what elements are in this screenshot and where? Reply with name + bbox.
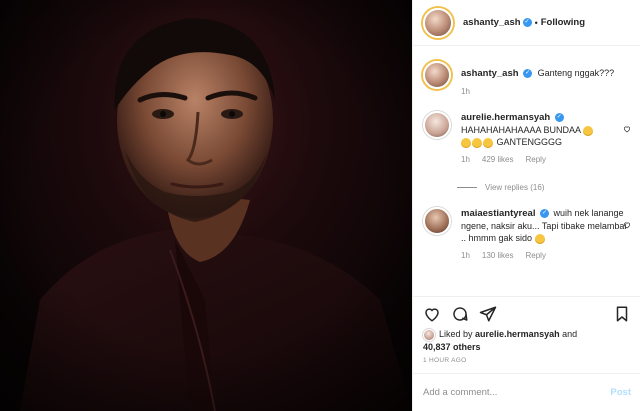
view-replies-label: View replies (16) [485,183,545,192]
post-sidebar: ashanty_ash ✓ • Following ashanty_ash ✓ … [412,0,640,411]
verified-icon: ✓ [539,209,549,219]
following-button[interactable]: Following [541,17,585,28]
author-username[interactable]: ashanty_ash [463,17,521,28]
commenter-avatar[interactable] [423,111,451,139]
commenter-avatar[interactable] [423,207,451,235]
comment-username[interactable]: aurelie.hermansyah [461,112,550,123]
caption-time: 1h [461,87,470,96]
comment-like-heart-icon[interactable] [623,125,631,133]
share-icon[interactable] [479,305,497,323]
grinning-emoji-icon [483,137,493,148]
comment-likes[interactable]: 429 likes [482,154,514,166]
verified-icon: ✓ [522,18,532,27]
author-avatar[interactable] [423,7,453,38]
comment-like-heart-icon[interactable] [623,221,631,229]
grinning-emoji-icon [534,233,545,244]
reply-button[interactable]: Reply [525,154,545,166]
reply-button[interactable]: Reply [525,250,545,262]
view-replies-button[interactable]: View replies (16) [457,183,544,192]
likes-and-label: and [562,329,578,339]
post-header: ashanty_ash ✓ • Following [413,0,640,46]
caption-username[interactable]: ashanty_ash [461,68,519,79]
comment-text-continued: GANTENGGGG [496,137,563,147]
post-photo[interactable] [0,0,412,411]
comment-item: aurelie.hermansyah ✓ HAHAHAHAHAAAA BUNDA… [423,111,631,166]
liked-by-username[interactable]: aurelie.hermansyah [475,329,560,339]
comment-likes[interactable]: 130 likes [482,250,514,262]
add-comment-input[interactable] [423,387,583,398]
liker-avatar [423,328,435,341]
grinning-emoji-icon [472,137,482,148]
portrait-image [0,0,412,411]
comment-username[interactable]: maiaestiantyreal [461,208,535,219]
action-bar [413,296,640,330]
post-timestamp: 1 HOUR AGO [423,357,467,364]
comments-list[interactable]: ashanty_ash ✓ Ganteng nggak??? 1h aureli… [413,47,640,292]
verified-icon: ✓ [554,113,564,123]
comment-item: maiaestiantyreal ✓ wuih nek lanange ngen… [423,207,631,262]
grinning-emoji-icon [583,125,594,136]
likes-summary: Liked by aurelie.hermansyah and 40,837 o… [423,328,633,354]
author-avatar[interactable] [423,61,451,89]
separator-dot: • [534,17,538,28]
replies-line [457,187,477,188]
caption-text: Ganteng nggak??? [537,68,615,78]
grinning-emoji-icon [461,137,471,148]
caption-item: ashanty_ash ✓ Ganteng nggak??? 1h [423,61,631,98]
heart-icon[interactable] [423,305,441,323]
comment-text: HAHAHAHAHAAAA BUNDAA [461,125,581,135]
post-comment-button[interactable]: Post [610,387,631,398]
comment-icon[interactable] [451,305,469,323]
verified-icon: ✓ [523,69,533,79]
add-comment-bar: Post [413,373,640,411]
likes-others-count[interactable]: 40,837 others [423,342,481,352]
liked-by-label: Liked by [439,329,473,339]
bookmark-icon[interactable] [613,305,631,323]
instagram-post-modal: ashanty_ash ✓ • Following ashanty_ash ✓ … [0,0,640,411]
comment-time: 1h [461,251,470,260]
comment-time: 1h [461,155,470,164]
